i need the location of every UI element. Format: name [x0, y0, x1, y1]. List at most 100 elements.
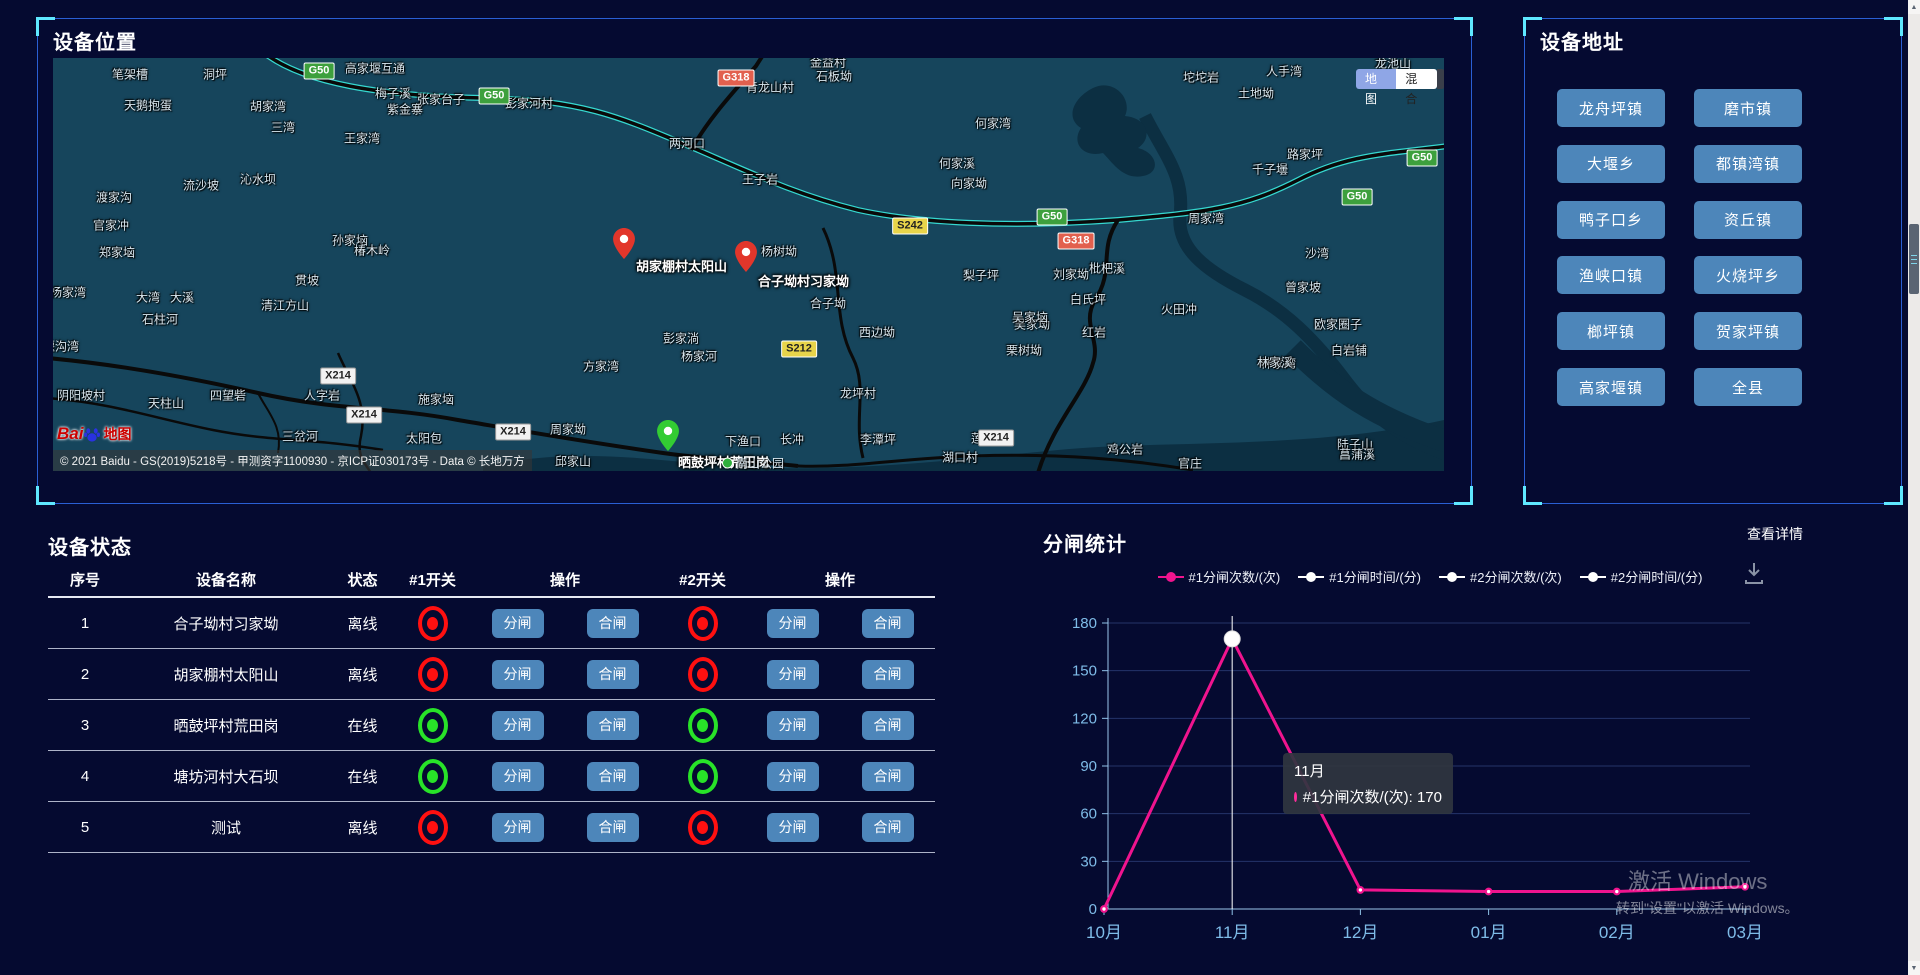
table-row: 4塘坊河村大石坝在线分闸合闸分闸合闸 [48, 751, 935, 802]
page-scrollbar[interactable]: ▲ ▼ [1908, 0, 1920, 975]
device-location-panel: 设备位置 笔架槽洞坪天鹅抱蛋胡家湾高家堰互 [37, 18, 1472, 504]
legend-item[interactable]: #2分闸时间/(分) [1580, 567, 1703, 586]
baidu-map[interactable]: 笔架槽洞坪天鹅抱蛋胡家湾高家堰互通梅子溪紫金寨张家台子彭家河村三湾流沙坡沁水坝王… [53, 58, 1444, 471]
tooltip-month: 11月 [1294, 760, 1442, 781]
open-switch2-button[interactable]: 分闸 [745, 609, 840, 638]
table-header-cell: 序号 [48, 569, 122, 590]
map-type-toggle[interactable]: 地图 混合 [1356, 69, 1444, 89]
scroll-down-arrow[interactable]: ▼ [1908, 961, 1920, 975]
open-switch2-button[interactable]: 分闸 [745, 762, 840, 791]
switch2-indicator [660, 759, 745, 794]
road-shield-x214: X214 [320, 368, 356, 385]
switch1-indicator [395, 708, 470, 743]
road-shield-x214: X214 [978, 430, 1014, 447]
device-name: 晒鼓坪村荒田岗 [122, 715, 330, 736]
baidu-paw-icon [83, 425, 101, 443]
close-switch2-button[interactable]: 合闸 [840, 609, 935, 638]
svg-text:11月: 11月 [1215, 923, 1250, 942]
address-button[interactable]: 贺家坪镇 [1694, 312, 1802, 350]
map-type-hybrid[interactable]: 混合 [1396, 69, 1436, 89]
row-index: 2 [48, 666, 122, 683]
svg-text:01月: 01月 [1471, 923, 1507, 942]
open-switch1-button[interactable]: 分闸 [470, 660, 565, 689]
map-type-more[interactable] [1437, 69, 1444, 89]
switch2-indicator [660, 810, 745, 845]
open-switch2-button[interactable]: 分闸 [745, 813, 840, 842]
corner-decoration [36, 486, 55, 505]
road-shield-g50: G50 [1407, 150, 1438, 167]
open-switch1-button[interactable]: 分闸 [470, 609, 565, 638]
open-switch1-button[interactable]: 分闸 [470, 711, 565, 740]
open-switch2-button[interactable]: 分闸 [745, 660, 840, 689]
open-switch1-button[interactable]: 分闸 [470, 762, 565, 791]
close-switch1-button[interactable]: 合闸 [565, 711, 660, 740]
device-name: 胡家棚村太阳山 [122, 664, 330, 685]
svg-text:03月: 03月 [1727, 923, 1763, 942]
switch1-indicator [395, 606, 470, 641]
device-status-table: 序号设备名称状态#1开关操作#2开关操作 1合子坳村习家坳离线分闸合闸分闸合闸2… [48, 562, 935, 853]
legend-item[interactable]: #1分闸时间/(分) [1298, 567, 1421, 586]
address-button[interactable]: 大堰乡 [1557, 145, 1665, 183]
address-button[interactable]: 火烧坪乡 [1694, 256, 1802, 294]
address-button[interactable]: 榔坪镇 [1557, 312, 1665, 350]
address-button[interactable]: 高家堰镇 [1557, 368, 1665, 406]
address-button[interactable]: 龙舟坪镇 [1557, 89, 1665, 127]
address-button[interactable]: 磨市镇 [1694, 89, 1802, 127]
close-switch1-button[interactable]: 合闸 [565, 813, 660, 842]
legend-item[interactable]: #2分闸次数/(次) [1439, 567, 1562, 586]
device-status: 在线 [330, 766, 395, 787]
tooltip-series-value: #1分闸次数/(次): 170 [1303, 786, 1442, 807]
table-row: 5测试离线分闸合闸分闸合闸 [48, 802, 935, 853]
address-button[interactable]: 都镇湾镇 [1694, 145, 1802, 183]
map-pin-label: 合子坳村习家坳 [758, 271, 849, 290]
map-type-map[interactable]: 地图 [1356, 69, 1396, 89]
switch1-indicator [395, 759, 470, 794]
legend-item[interactable]: #1分闸次数/(次) [1158, 567, 1281, 586]
svg-text:60: 60 [1080, 806, 1097, 823]
road-shield-g318: G318 [718, 70, 755, 87]
view-details-link[interactable]: 查看详情 [1747, 524, 1803, 544]
road-shield-g50: G50 [479, 88, 510, 105]
address-button[interactable]: 全县 [1694, 368, 1802, 406]
scroll-up-arrow[interactable]: ▲ [1908, 0, 1920, 14]
switch1-indicator [395, 810, 470, 845]
close-switch2-button[interactable]: 合闸 [840, 711, 935, 740]
road-shield-s212: S212 [781, 341, 817, 358]
corner-decoration [1454, 17, 1473, 36]
svg-text:180: 180 [1072, 615, 1097, 632]
park-poi: 南山公园 [722, 455, 784, 472]
svg-text:0: 0 [1089, 901, 1097, 918]
table-header-cell: #2开关 [660, 569, 745, 590]
device-status: 离线 [330, 817, 395, 838]
svg-text:90: 90 [1080, 758, 1097, 775]
svg-text:02月: 02月 [1599, 923, 1635, 942]
close-switch2-button[interactable]: 合闸 [840, 660, 935, 689]
map-device-pin[interactable] [613, 228, 635, 264]
table-body: 1合子坳村习家坳离线分闸合闸分闸合闸2胡家棚村太阳山离线分闸合闸分闸合闸3晒鼓坪… [48, 598, 935, 853]
table-row: 3晒鼓坪村荒田岗在线分闸合闸分闸合闸 [48, 700, 935, 751]
corner-decoration [1884, 486, 1903, 505]
close-switch1-button[interactable]: 合闸 [565, 609, 660, 638]
close-switch1-button[interactable]: 合闸 [565, 762, 660, 791]
close-switch2-button[interactable]: 合闸 [840, 813, 935, 842]
address-button[interactable]: 鸭子口乡 [1557, 201, 1665, 239]
device-address-panel: 设备地址 龙舟坪镇磨市镇大堰乡都镇湾镇鸭子口乡资丘镇渔峡口镇火烧坪乡榔坪镇贺家坪… [1524, 18, 1902, 504]
close-switch1-button[interactable]: 合闸 [565, 660, 660, 689]
open-switch1-button[interactable]: 分闸 [470, 813, 565, 842]
close-switch2-button[interactable]: 合闸 [840, 762, 935, 791]
address-button[interactable]: 资丘镇 [1694, 201, 1802, 239]
switch2-indicator [660, 657, 745, 692]
svg-text:120: 120 [1072, 710, 1097, 727]
device-status: 离线 [330, 664, 395, 685]
road-shield-x214: X214 [495, 424, 531, 441]
corner-decoration [1523, 486, 1542, 505]
scrollbar-thumb[interactable] [1909, 224, 1919, 294]
tooltip-series-line: #1分闸次数/(次): 170 [1294, 786, 1442, 807]
map-device-pin[interactable] [657, 420, 679, 456]
baidu-logo: Bai 地图 [57, 424, 131, 444]
address-button[interactable]: 渔峡口镇 [1557, 256, 1665, 294]
table-header-cell: 设备名称 [122, 569, 330, 590]
open-switch2-button[interactable]: 分闸 [745, 711, 840, 740]
row-index: 1 [48, 615, 122, 632]
map-device-pin[interactable] [735, 241, 757, 277]
